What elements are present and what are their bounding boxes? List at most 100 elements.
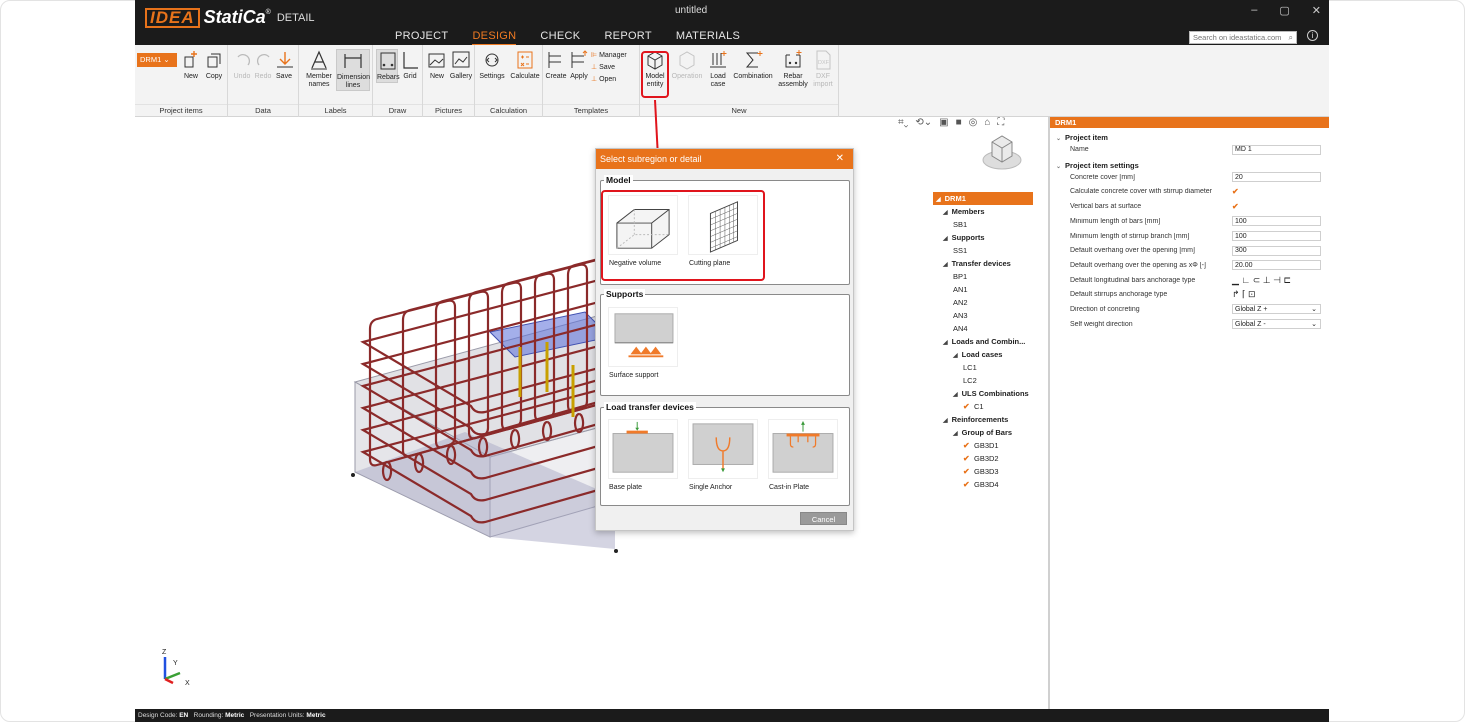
save-button[interactable]: Save — [274, 49, 294, 81]
rebar-assembly-button[interactable]: Rebar assembly — [777, 49, 809, 89]
property-input[interactable]: 100 — [1232, 216, 1321, 227]
minimize-button[interactable]: – — [1251, 4, 1257, 17]
expand-triangle-icon[interactable]: ◢ — [953, 431, 958, 437]
name-field[interactable]: MD 1 — [1232, 144, 1321, 155]
tree-node[interactable]: AN3 — [928, 309, 1038, 322]
redo-button[interactable]: Redo — [253, 49, 273, 81]
dialog-close-icon[interactable]: ✕ — [836, 149, 844, 169]
anchorage-type-selector[interactable]: ▁ ∟ ⊂ ⊥ ⊣ ⊏ — [1232, 275, 1321, 285]
undo-button[interactable]: Undo — [232, 49, 252, 81]
tree-node[interactable]: SS1 — [928, 244, 1038, 257]
tree-node[interactable]: ✔ GB3D3 — [928, 465, 1038, 478]
rebars-toggle[interactable]: Rebars — [376, 49, 400, 83]
tree-node[interactable]: LC2 — [928, 374, 1038, 387]
property-input[interactable]: 20 — [1232, 172, 1321, 183]
property-input[interactable]: 300 — [1232, 245, 1321, 256]
member-names-button[interactable]: Member names — [303, 49, 335, 89]
menu-project[interactable]: PROJECT — [395, 30, 448, 46]
expand-triangle-icon[interactable]: ◢ — [943, 236, 948, 242]
new-picture-button[interactable]: New — [426, 49, 448, 81]
maximize-button[interactable]: ▢ — [1279, 4, 1289, 17]
grid-toggle[interactable]: Grid — [399, 49, 421, 81]
property-checkbox[interactable]: ✔ — [1232, 202, 1321, 212]
tree-node[interactable]: AN2 — [928, 296, 1038, 309]
tree-node[interactable]: LC1 — [928, 361, 1038, 374]
project-select[interactable]: DRM1 ⌄ — [137, 53, 177, 67]
tree-node[interactable]: ◢ DRM1 — [933, 192, 1033, 205]
load-case-button[interactable]: Load case — [706, 49, 730, 89]
menu-design[interactable]: DESIGN — [472, 30, 516, 46]
expand-triangle-icon[interactable]: ◢ — [936, 197, 941, 203]
single-anchor-tile[interactable]: Single Anchor — [685, 419, 761, 491]
tree-node[interactable]: BP1 — [928, 270, 1038, 283]
menu-materials[interactable]: MATERIALS — [676, 30, 740, 46]
section-project-item-settings[interactable]: ⌄ Project item settings — [1050, 160, 1329, 172]
dxf-import-button[interactable]: DXF DXF import — [811, 49, 835, 89]
copy-item-button[interactable]: Copy — [203, 49, 225, 81]
cancel-button[interactable]: Cancel — [800, 512, 847, 525]
search-icon[interactable]: ⌕ — [1289, 33, 1293, 43]
view-solid-icon[interactable]: ■ — [956, 117, 962, 128]
expand-triangle-icon[interactable]: ◢ — [943, 418, 948, 424]
save-template-button[interactable]: ⊥ Save — [591, 62, 627, 74]
tree-node[interactable]: ◢ Supports — [928, 231, 1038, 244]
tree-node[interactable]: ◢ Transfer devices — [928, 257, 1038, 270]
apply-template-button[interactable]: Apply — [568, 49, 590, 81]
visibility-checkbox[interactable]: ✔ — [963, 439, 970, 450]
tree-node[interactable]: AN4 — [928, 322, 1038, 335]
tree-node[interactable]: ◢ Members — [928, 205, 1038, 218]
search-input[interactable] — [1193, 33, 1285, 42]
visibility-checkbox[interactable]: ✔ — [963, 452, 970, 463]
info-icon[interactable]: i — [1307, 30, 1318, 41]
property-select[interactable]: Global Z - ⌄ — [1232, 319, 1321, 330]
expand-triangle-icon[interactable]: ◢ — [953, 392, 958, 398]
view-rotate-icon[interactable]: ⟲⌄ — [915, 117, 932, 128]
tree-node[interactable]: AN1 — [928, 283, 1038, 296]
expand-triangle-icon[interactable]: ◢ — [943, 340, 948, 346]
base-plate-tile[interactable]: Base plate — [605, 419, 681, 491]
tree-node[interactable]: SB1 — [928, 218, 1038, 231]
dimension-lines-button[interactable]: Dimension lines — [336, 49, 370, 91]
property-input[interactable]: 20.00 — [1232, 260, 1321, 271]
new-item-button[interactable]: New — [180, 49, 202, 81]
view-3d-icon[interactable]: ▣ — [939, 117, 948, 128]
manager-template-button[interactable]: ⊫ Manager — [591, 50, 627, 62]
expand-triangle-icon[interactable]: ◢ — [943, 210, 948, 216]
view-crop-icon[interactable]: ⌗⌄ — [898, 117, 908, 128]
view-home-icon[interactable]: ⌂ — [984, 117, 990, 128]
view-eye-icon[interactable]: ◎ — [969, 117, 978, 128]
visibility-checkbox[interactable]: ✔ — [963, 400, 970, 411]
tree-node[interactable]: ✔ C1 — [928, 400, 1038, 413]
open-template-button[interactable]: ⊥ Open — [591, 74, 627, 86]
gallery-button[interactable]: Gallery — [449, 49, 473, 81]
tree-node[interactable]: ◢ Group of Bars — [928, 426, 1038, 439]
property-input[interactable]: 100 — [1232, 231, 1321, 241]
expand-triangle-icon[interactable]: ◢ — [943, 262, 948, 268]
tree-node[interactable]: ◢ Load cases — [928, 348, 1038, 361]
calculate-button[interactable]: Calculate — [508, 49, 542, 81]
close-button[interactable]: ✕ — [1312, 4, 1321, 17]
property-checkbox[interactable]: ✔ — [1232, 187, 1321, 197]
view-fullscreen-icon[interactable]: ⛶ — [997, 117, 1004, 128]
operation-button[interactable]: Operation — [670, 49, 704, 81]
surface-support-tile[interactable]: Surface support — [605, 307, 681, 379]
expand-triangle-icon[interactable]: ◢ — [953, 353, 958, 359]
section-project-item[interactable]: ⌄ Project item — [1050, 132, 1329, 144]
cast-in-plate-tile[interactable]: Cast-in Plate — [765, 419, 841, 491]
anchorage-type-selector[interactable]: ↱ ⌈ ⊡ — [1232, 290, 1321, 300]
menu-check[interactable]: CHECK — [540, 30, 580, 46]
combination-button[interactable]: Combination — [731, 49, 775, 81]
settings-button[interactable]: Settings — [477, 49, 507, 81]
navigation-cube-icon[interactable] — [980, 130, 1024, 174]
visibility-checkbox[interactable]: ✔ — [963, 465, 970, 476]
menu-report[interactable]: REPORT — [604, 30, 651, 46]
property-select[interactable]: Global Z + ⌄ — [1232, 304, 1321, 315]
tree-node[interactable]: ✔ GB3D4 — [928, 478, 1038, 491]
tree-node[interactable]: ✔ GB3D1 — [928, 439, 1038, 452]
visibility-checkbox[interactable]: ✔ — [963, 478, 970, 489]
create-template-button[interactable]: Create — [545, 49, 567, 81]
tree-node[interactable]: ◢ ULS Combinations — [928, 387, 1038, 400]
tree-node[interactable]: ◢ Reinforcements — [928, 413, 1038, 426]
tree-node[interactable]: ◢ Loads and Combin... — [928, 335, 1038, 348]
tree-node[interactable]: ✔ GB3D2 — [928, 452, 1038, 465]
